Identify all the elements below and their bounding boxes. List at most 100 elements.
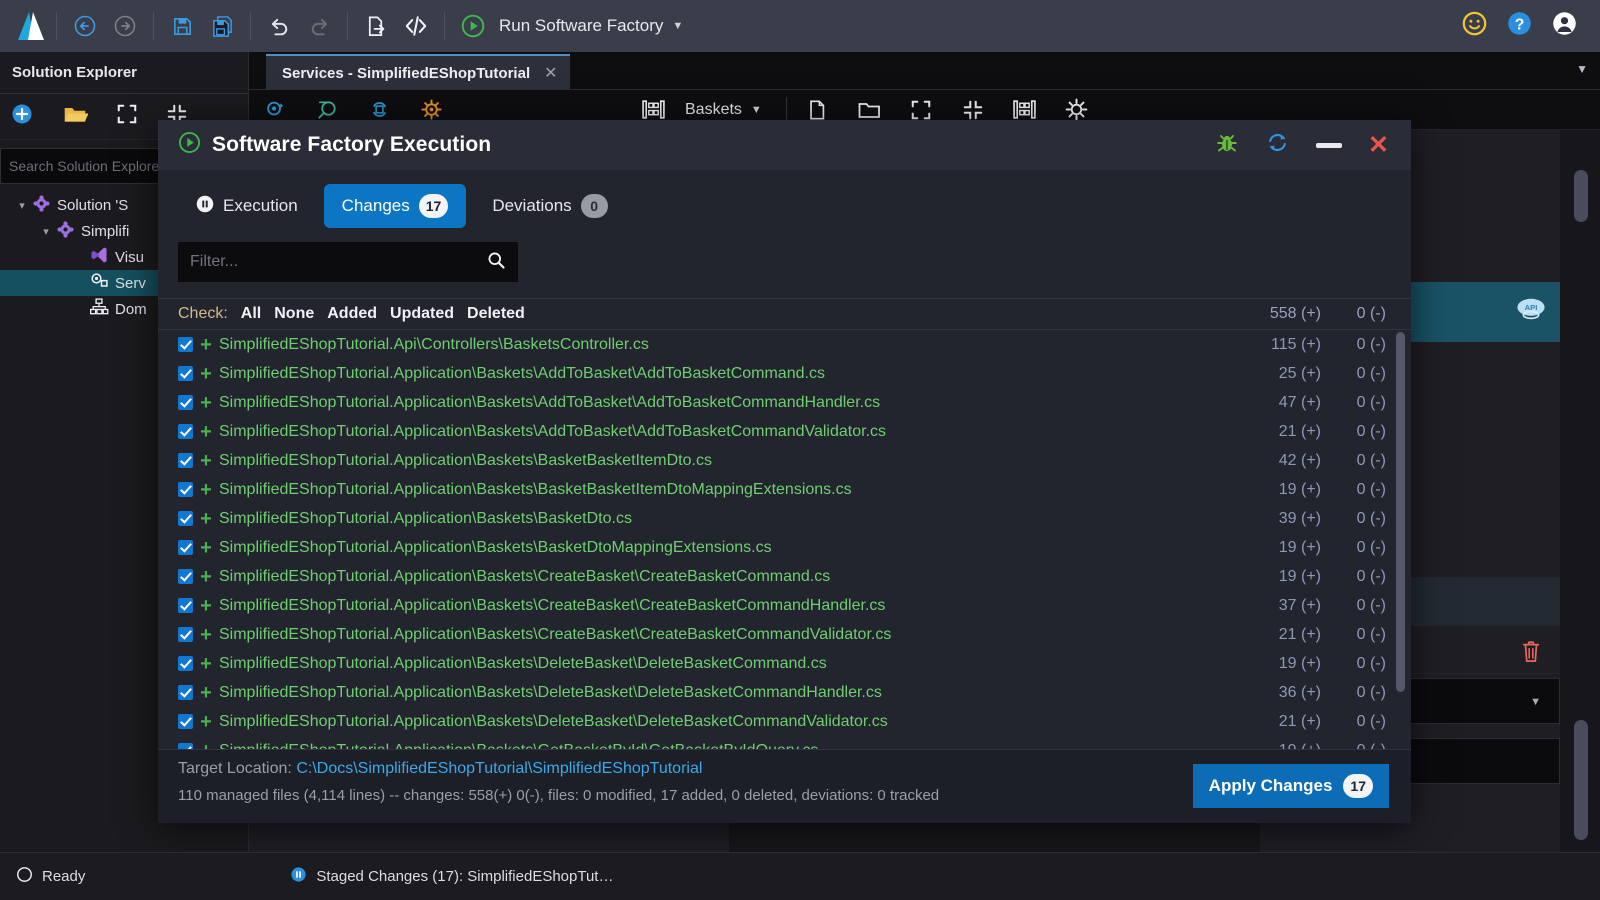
close-icon[interactable]: ✕ [1368, 132, 1389, 158]
refresh-icon[interactable] [1265, 130, 1290, 160]
changes-row[interactable]: +SimplifiedEShopTutorial.Application\Bas… [158, 649, 1411, 678]
chevron-down-icon[interactable]: ▾ [38, 225, 54, 238]
row-checkbox[interactable] [178, 685, 193, 700]
close-icon[interactable]: ✕ [544, 63, 557, 83]
row-checkbox[interactable] [178, 569, 193, 584]
redo-button[interactable] [299, 6, 339, 46]
added-status-icon: + [200, 391, 212, 414]
basket-selector-label[interactable]: Baskets [685, 101, 742, 119]
row-checkbox[interactable] [178, 714, 193, 729]
file-path-label[interactable]: SimplifiedEShopTutorial.Application\Bask… [219, 539, 772, 557]
changes-row[interactable]: +SimplifiedEShopTutorial.Application\Bas… [158, 620, 1411, 649]
row-checkbox[interactable] [178, 424, 193, 439]
minimize-icon[interactable] [1316, 142, 1343, 148]
tab-execution[interactable]: Execution [178, 185, 316, 228]
row-checkbox[interactable] [178, 366, 193, 381]
back-button[interactable] [65, 6, 105, 46]
changes-row[interactable]: +SimplifiedEShopTutorial.Application\Bas… [158, 359, 1411, 388]
file-path-label[interactable]: SimplifiedEShopTutorial.Application\Bask… [219, 510, 632, 528]
dialog-titlebar[interactable]: Software Factory Execution ✕ [158, 120, 1411, 170]
changes-row[interactable]: + SimplifiedEShopTutorial.Application\Bas… [158, 533, 1411, 562]
chevron-down-icon[interactable]: ▼ [1530, 696, 1541, 708]
check-added-button[interactable]: Added [327, 305, 377, 323]
run-software-factory-label[interactable]: Run Software Factory [499, 16, 663, 36]
file-path-label[interactable]: SimplifiedEShopTutorial.Application\Bask… [219, 365, 825, 383]
check-none-button[interactable]: None [274, 305, 314, 323]
file-path-label[interactable]: SimplifiedEShopTutorial.Application\Bask… [219, 684, 882, 702]
chevron-down-icon[interactable]: ▼ [1576, 62, 1588, 76]
row-checkbox[interactable] [178, 511, 193, 526]
tree-node-label: Dom [115, 300, 147, 318]
file-path-label[interactable]: SimplifiedEShopTutorial.Application\Bask… [219, 626, 891, 644]
apply-changes-label: Apply Changes [1208, 776, 1333, 795]
save-all-button[interactable] [202, 6, 242, 46]
changes-row[interactable]: + SimplifiedEShopTutorial.Application\Bas… [158, 388, 1411, 417]
account-icon[interactable] [1551, 10, 1578, 42]
file-path-label[interactable]: SimplifiedEShopTutorial.Application\Bask… [219, 481, 852, 499]
file-path-label[interactable]: SimplifiedEShopTutorial.Application\Bask… [219, 713, 888, 731]
save-button[interactable] [162, 6, 202, 46]
row-checkbox[interactable] [178, 337, 193, 352]
chevron-down-icon[interactable]: ▾ [14, 199, 30, 212]
row-checkbox[interactable] [178, 598, 193, 613]
check-all-button[interactable]: All [241, 305, 261, 323]
file-path-label[interactable]: SimplifiedEShopTutorial.Application\Bask… [219, 423, 886, 441]
row-checkbox[interactable] [178, 453, 193, 468]
tab-deviations[interactable]: Deviations 0 [474, 184, 625, 228]
filter-input[interactable] [190, 253, 486, 271]
code-button[interactable] [396, 6, 436, 46]
undo-button[interactable] [259, 6, 299, 46]
row-checkbox[interactable] [178, 656, 193, 671]
visual-studio-icon [88, 245, 110, 269]
expand-all-button[interactable] [116, 103, 138, 130]
add-item-button[interactable] [10, 102, 34, 131]
changes-row[interactable]: +SimplifiedEShopTutorial.Application\Bas… [158, 707, 1411, 736]
filter-input-wrapper[interactable] [178, 242, 518, 282]
changes-row[interactable]: +SimplifiedEShopTutorial.Application\Bas… [158, 678, 1411, 707]
forward-button[interactable] [105, 6, 145, 46]
changes-row[interactable]: +SimplifiedEShopTutorial.Application\Bas… [158, 446, 1411, 475]
changes-scrollbar-thumb[interactable] [1396, 332, 1405, 692]
file-path-label[interactable]: SimplifiedEShopTutorial.Application\Bask… [219, 452, 712, 470]
row-checkbox[interactable] [178, 395, 193, 410]
changes-row[interactable]: +SimplifiedEShopTutorial.Application\Bas… [158, 504, 1411, 533]
file-path-label[interactable]: SimplifiedEShopTutorial.Application\Bask… [219, 568, 830, 586]
row-checkbox[interactable] [178, 627, 193, 642]
file-path-label[interactable]: SimplifiedEShopTutorial.Api\Controllers\… [219, 336, 649, 354]
export-button[interactable] [356, 6, 396, 46]
scrollbar-thumb[interactable] [1574, 720, 1588, 840]
check-updated-button[interactable]: Updated [390, 305, 454, 323]
run-software-factory-icon[interactable] [453, 6, 493, 46]
tab-deviations-badge: 0 [580, 194, 608, 218]
changes-row[interactable]: +SimplifiedEShopTutorial.Application\Bas… [158, 562, 1411, 591]
row-checkbox[interactable] [178, 482, 193, 497]
row-checkbox[interactable] [178, 540, 193, 555]
api-badge-label: API [1525, 303, 1538, 312]
changes-row[interactable]: + SimplifiedEShopTutorial.Api\Controllers… [158, 330, 1411, 359]
delete-icon[interactable] [1520, 639, 1542, 668]
help-icon[interactable]: ? [1506, 10, 1533, 42]
file-path-label[interactable]: SimplifiedEShopTutorial.Application\Bask… [219, 394, 880, 412]
changes-list[interactable]: + SimplifiedEShopTutorial.Api\Controllers… [158, 330, 1411, 749]
open-folder-button[interactable] [62, 101, 89, 132]
feedback-icon[interactable] [1461, 10, 1488, 42]
added-status-icon: + [200, 536, 212, 559]
bug-icon[interactable] [1215, 131, 1239, 160]
changes-row[interactable]: +SimplifiedEShopTutorial.Application\Bas… [158, 591, 1411, 620]
check-deleted-button[interactable]: Deleted [467, 305, 525, 323]
changes-row[interactable]: +SimplifiedEShopTutorial.Application\Bas… [158, 475, 1411, 504]
basket-dropdown-caret-icon[interactable]: ▼ [751, 104, 762, 116]
scrollbar-thumb[interactable] [1574, 170, 1588, 222]
status-staged-changes[interactable]: Staged Changes (17): SimplifiedEShopTut… [290, 866, 613, 887]
editor-tab-services[interactable]: Services - SimplifiedEShopTutorial ✕ [266, 54, 570, 90]
file-path-label[interactable]: SimplifiedEShopTutorial.Application\Bask… [219, 597, 885, 615]
run-dropdown-caret-icon[interactable]: ▼ [672, 20, 683, 32]
file-path-label[interactable]: SimplifiedEShopTutorial.Application\Bask… [219, 655, 827, 673]
tab-changes[interactable]: Changes 17 [323, 184, 467, 228]
changes-row[interactable]: +SimplifiedEShopTutorial.Application\Bas… [158, 736, 1411, 749]
file-path-label[interactable]: SimplifiedEShopTutorial.Application\Bask… [219, 742, 818, 750]
apply-changes-button[interactable]: Apply Changes 17 [1192, 764, 1389, 808]
target-location-path[interactable]: C:\Docs\SimplifiedEShopTutorial\Simplifi… [296, 760, 702, 777]
search-icon[interactable] [486, 250, 506, 275]
changes-row[interactable]: +SimplifiedEShopTutorial.Application\Bas… [158, 417, 1411, 446]
